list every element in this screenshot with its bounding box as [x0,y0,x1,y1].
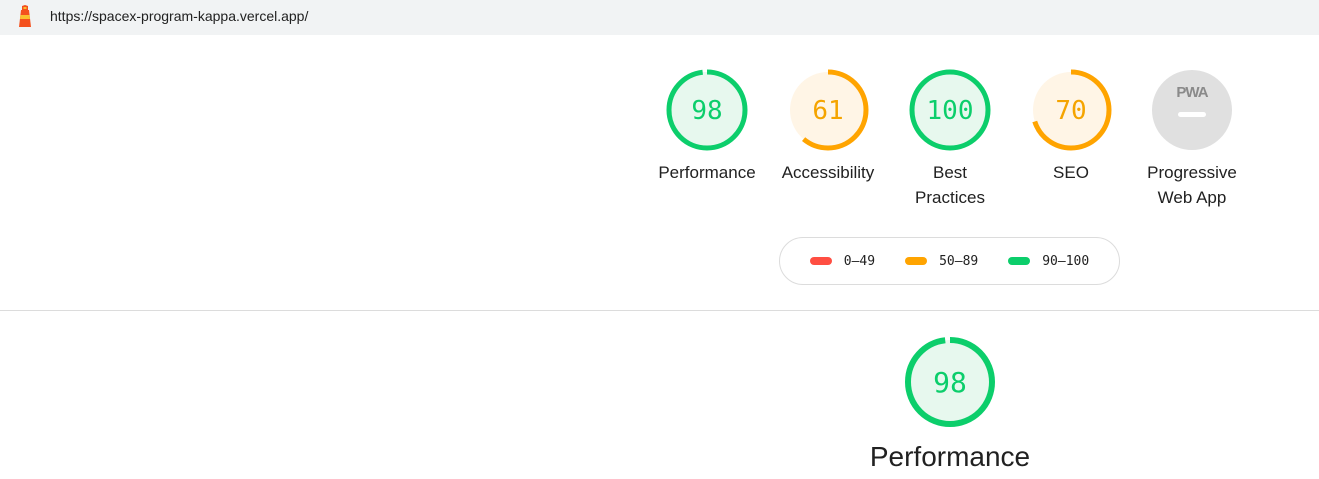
legend-swatch [905,257,928,265]
gauge-performance[interactable]: 98 Performance [647,68,767,182]
gauge-ring: 61 [787,69,869,151]
performance-gauge: 98 [905,337,995,427]
legend-range: 50–89 [939,253,979,269]
pwa-mark: PWA [1176,84,1208,101]
legend-swatch [1008,257,1031,265]
gauge-label: Accessibility [781,163,875,182]
performance-title: Performance [869,441,1031,472]
gauge-label: Best Practices [915,163,985,207]
gauge-score: 98 [691,96,722,126]
gauge-score: 61 [812,96,843,126]
performance-score: 98 [933,366,967,399]
gauge-label: SEO [1053,163,1089,182]
gauge-ring: 100 [909,69,991,151]
legend-fail: 0–49 [809,253,876,269]
gauge-label: Progressive Web App [1147,163,1237,207]
gauge-pwa[interactable]: PWA Progressive Web App [1132,68,1252,207]
gauge-ring: 70 [1030,69,1112,151]
gauge-ring: 98 [666,69,748,151]
pwa-badge-icon: PWA [1152,70,1232,150]
score-legend: 0–49 50–89 90–100 [779,237,1120,285]
legend-swatch [809,257,832,265]
gauge-seo[interactable]: 70 SEO [1011,68,1131,182]
gauge-score: 100 [927,96,974,126]
score-gauges: 98 Performance 61 Accessibility 100 Best… [0,0,1319,310]
legend-average: 50–89 [905,254,978,269]
gauge-label: Performance [658,163,756,182]
gauge-best-practices[interactable]: 100 Best Practices [890,68,1010,207]
performance-section: 98 Performance [0,311,1319,479]
legend-range: 0–49 [843,253,876,269]
gauge-accessibility[interactable]: 61 Accessibility [768,68,888,182]
gauge-score: 70 [1055,96,1086,126]
legend-pass: 90–100 [1008,254,1089,269]
legend-range: 90–100 [1042,253,1090,269]
